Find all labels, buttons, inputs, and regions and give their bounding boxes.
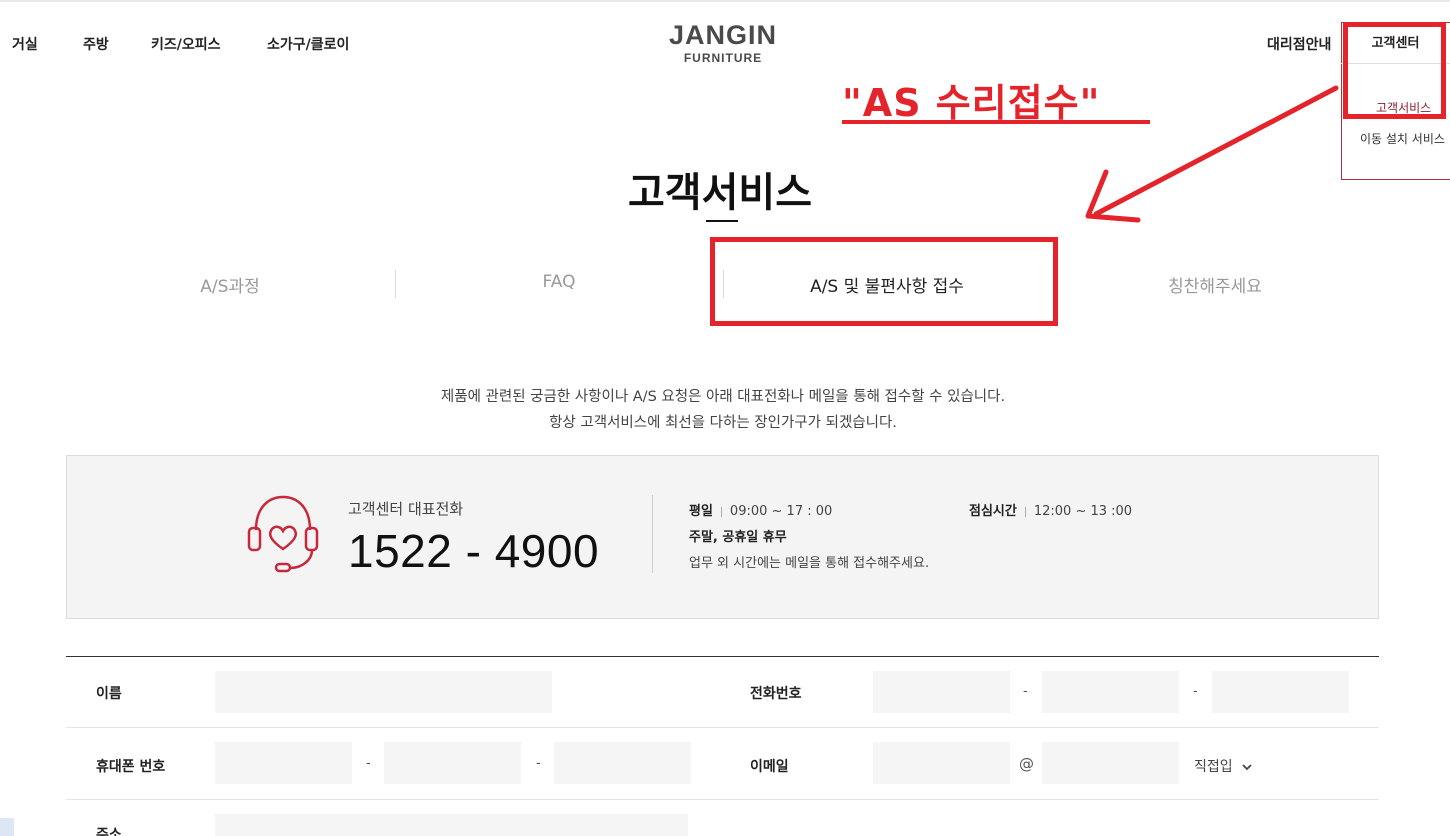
lunch-label: 점심시간: [969, 504, 1017, 519]
address-input[interactable]: [215, 814, 688, 836]
mobile-input-2[interactable]: [384, 742, 521, 784]
nav-kitchen[interactable]: 주방: [83, 34, 109, 54]
mobile-label: 휴대폰 번호: [96, 759, 166, 775]
weekday-hours: 평일 09:00 ~ 17 : 00: [689, 500, 832, 519]
logo-sub-text: FURNITURE: [683, 51, 763, 65]
lunch-hours: 점심시간 12:00 ~ 13 :00: [969, 500, 1132, 519]
tab-faq[interactable]: FAQ: [395, 272, 723, 292]
form-row-divider: [66, 799, 1379, 800]
tel-input-3[interactable]: [1212, 671, 1349, 713]
form-row-divider: [66, 727, 1379, 728]
name-label: 이름: [96, 686, 122, 702]
tel-dash-2: -: [1193, 684, 1198, 699]
lunch-hours-value: 12:00 ~ 13 :00: [1033, 504, 1133, 519]
name-input[interactable]: [215, 671, 552, 713]
email-at: @: [1019, 755, 1034, 773]
nav-kids-office[interactable]: 키즈/오피스: [151, 34, 221, 54]
contact-label: 고객센터 대표전화: [348, 500, 464, 518]
after-hours-note: 업무 외 시간에는 메일을 통해 접수해주세요.: [689, 556, 930, 571]
nav-dealer-info[interactable]: 대리점안내: [1267, 34, 1331, 54]
mobile-input-1[interactable]: [215, 742, 352, 784]
nav-small-furniture[interactable]: 소가구/클로이: [267, 34, 349, 54]
logo[interactable]: JANGIN FURNITURE: [660, 20, 786, 65]
intro-line-2: 항상 고객서비스에 최선을 다하는 장인가구가 되겠습니다.: [549, 415, 897, 431]
weekend-note: 주말, 공휴일 휴무: [689, 526, 787, 545]
email-id-input[interactable]: [873, 742, 1010, 784]
annotation-arrow-icon: [1085, 85, 1339, 223]
weekend-note-text: 주말, 공휴일 휴무: [689, 530, 787, 545]
chevron-down-icon: [1242, 764, 1252, 771]
weekday-hours-value: 09:00 ~ 17 : 00: [729, 504, 833, 519]
weekday-label: 평일: [689, 504, 713, 519]
nav-living-room[interactable]: 거실: [12, 34, 38, 54]
tab-compliment[interactable]: 칭찬해주세요: [1051, 272, 1379, 297]
intro-text: 제품에 관련된 궁금한 사항이나 A/S 요청은 아래 대표전화나 메일을 통해…: [300, 384, 1146, 436]
form-top-border: [66, 656, 1379, 657]
tel-dash-1: -: [1023, 684, 1028, 699]
email-domain-input[interactable]: [1042, 742, 1179, 784]
address-label: 주소: [96, 827, 122, 836]
page-title: 고객서비스: [628, 170, 812, 216]
tab-as-process[interactable]: A/S과정: [66, 272, 394, 297]
left-edge-tab: [0, 818, 14, 836]
mobile-input-3[interactable]: [554, 742, 691, 784]
tel-input-1[interactable]: [873, 671, 1010, 713]
title-underline: [706, 220, 738, 222]
contact-phone: 1522 - 4900: [348, 525, 600, 577]
tab-as-complaint[interactable]: A/S 및 불편사항 접수: [723, 272, 1051, 297]
intro-line-1: 제품에 관련된 궁금한 사항이나 A/S 요청은 아래 대표전화나 메일을 통해…: [440, 389, 1006, 405]
mobile-dash-2: -: [536, 756, 541, 771]
dropdown-item-moving-install[interactable]: 이동 설치 서비스: [1360, 130, 1445, 147]
mobile-dash-1: -: [366, 756, 371, 771]
headset-heart-icon: [247, 495, 319, 573]
contact-divider: [652, 495, 653, 573]
top-border: [0, 0, 1450, 2]
email-domain-select[interactable]: 직접입: [1194, 756, 1253, 776]
tel-input-2[interactable]: [1042, 671, 1179, 713]
email-domain-select-value: 직접입: [1194, 759, 1233, 775]
logo-main-text: JANGIN: [668, 20, 777, 50]
email-label: 이메일: [750, 759, 789, 775]
tel-label: 전화번호: [750, 686, 802, 702]
